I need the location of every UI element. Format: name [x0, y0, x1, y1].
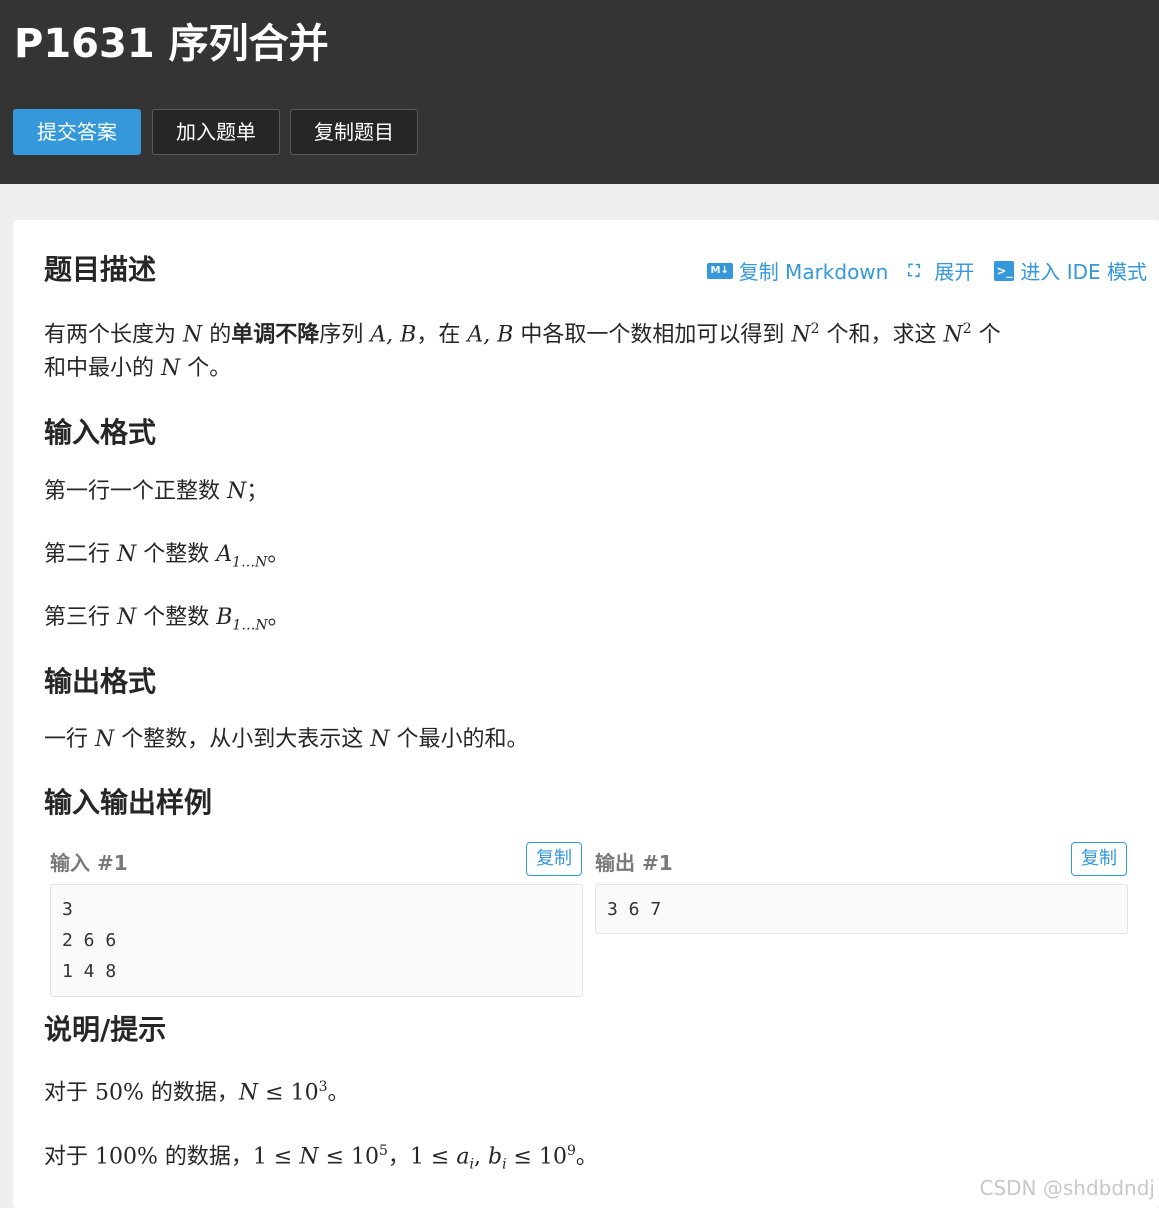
- watermark: CSDN @shdbdndj: [979, 1176, 1156, 1200]
- input-format-line-2: 第二行 N 个整数 A1…N。: [44, 542, 290, 571]
- problem-card: 题目描述 M↓ 复制 Markdown ⛶ 展开 >_ 进入 IDE 模式 有两…: [13, 220, 1159, 1208]
- description-line-2: 和中最小的 N 个。: [44, 356, 232, 381]
- header: P1631 序列合并 提交答案 加入题单 复制题目: [0, 0, 1159, 184]
- problem-title: P1631 序列合并: [14, 21, 329, 67]
- ide-mode-button[interactable]: >_ 进入 IDE 模式: [994, 256, 1147, 285]
- copy-output-button[interactable]: 复制: [1071, 842, 1127, 876]
- sample-output-label: 输出 #1: [595, 851, 673, 875]
- expand-icon: ⛶: [908, 260, 920, 280]
- sample-input-label: 输入 #1: [50, 851, 128, 875]
- hint-line-2: 对于 100% 的数据，1 ≤ N ≤ 105，1 ≤ ai, bi ≤ 109…: [44, 1143, 598, 1173]
- terminal-icon: >_: [994, 260, 1015, 281]
- markdown-icon: M↓: [706, 262, 733, 279]
- description-line-1: 有两个长度为 N 的单调不降序列 A, B，在 A, B 中各取一个数相加可以得…: [44, 321, 1001, 348]
- sample-input-code[interactable]: 3 2 6 6 1 4 8: [50, 884, 583, 997]
- copy-input-button[interactable]: 复制: [526, 842, 582, 876]
- submit-answer-button[interactable]: 提交答案: [13, 109, 141, 155]
- output-format-line: 一行 N 个整数，从小到大表示这 N 个最小的和。: [44, 727, 529, 752]
- expand-label: 展开: [934, 260, 975, 284]
- input-format-heading: 输入格式: [44, 416, 157, 449]
- hint-heading: 说明/提示: [44, 1013, 167, 1046]
- copy-problem-button[interactable]: 复制题目: [290, 109, 418, 155]
- samples-heading: 输入输出样例: [44, 786, 213, 819]
- input-format-line-3: 第三行 N 个整数 B1…N。: [44, 605, 290, 634]
- ide-mode-label: 进入 IDE 模式: [1020, 260, 1147, 284]
- expand-button[interactable]: ⛶ 展开: [908, 256, 974, 285]
- hint-line-1: 对于 50% 的数据，N ≤ 103。: [44, 1079, 350, 1106]
- add-to-list-button[interactable]: 加入题单: [152, 109, 280, 155]
- copy-markdown-button[interactable]: M↓ 复制 Markdown: [706, 256, 889, 285]
- toolbar: M↓ 复制 Markdown ⛶ 展开 >_ 进入 IDE 模式: [706, 256, 1147, 285]
- output-format-heading: 输出格式: [44, 665, 157, 698]
- sample-output-code[interactable]: 3 6 7: [595, 884, 1128, 934]
- input-format-line-1: 第一行一个正整数 N；: [44, 479, 269, 504]
- copy-markdown-label: 复制 Markdown: [738, 260, 889, 284]
- description-heading: 题目描述: [44, 253, 157, 286]
